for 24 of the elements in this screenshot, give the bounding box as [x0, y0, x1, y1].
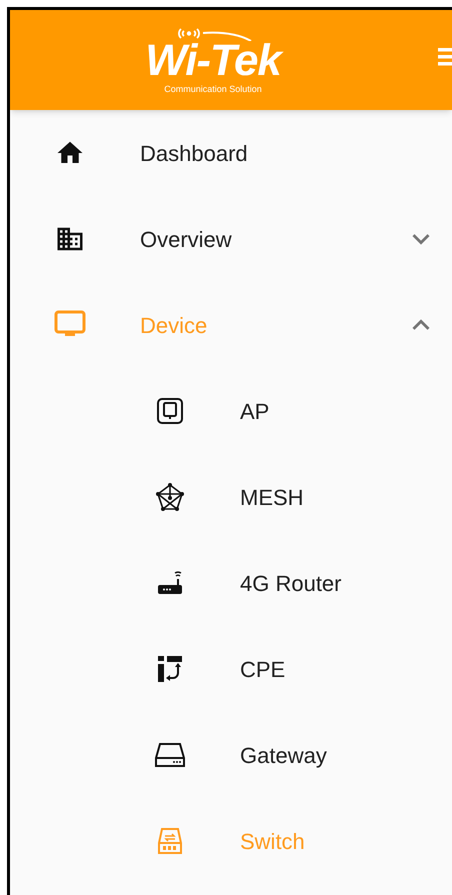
nav-item[interactable]: MESH	[10, 454, 452, 540]
router-icon	[156, 569, 184, 597]
gateway-icon	[154, 742, 186, 768]
access-point-icon	[157, 398, 183, 424]
nav-label: Gateway	[240, 742, 328, 770]
nav-label: 4G Router	[240, 570, 342, 598]
cpe-icon	[157, 655, 183, 683]
mesh-network-icon	[155, 482, 185, 512]
nav-item[interactable]: Dashboard	[10, 110, 452, 196]
nav-item[interactable]: Overview	[10, 196, 452, 282]
nav-item[interactable]: CPE	[10, 626, 452, 712]
nav-label: Dashboard	[140, 140, 249, 168]
nav-label: MESH	[240, 484, 305, 512]
nav-label: CPE	[240, 656, 286, 684]
logo-tagline: Communication Solution	[164, 83, 262, 95]
switch-icon	[157, 827, 183, 855]
nav-label: Overview	[140, 226, 233, 254]
nav-item[interactable]: 4G Router	[10, 540, 452, 626]
nav-label: AP	[240, 398, 270, 426]
nav-item[interactable]: AP	[10, 368, 452, 454]
nav-label: Device	[140, 312, 208, 340]
nav-label: Switch	[240, 828, 306, 856]
logo-text: Wi-Tek	[145, 41, 281, 81]
nav-item[interactable]: Gateway	[10, 712, 452, 798]
